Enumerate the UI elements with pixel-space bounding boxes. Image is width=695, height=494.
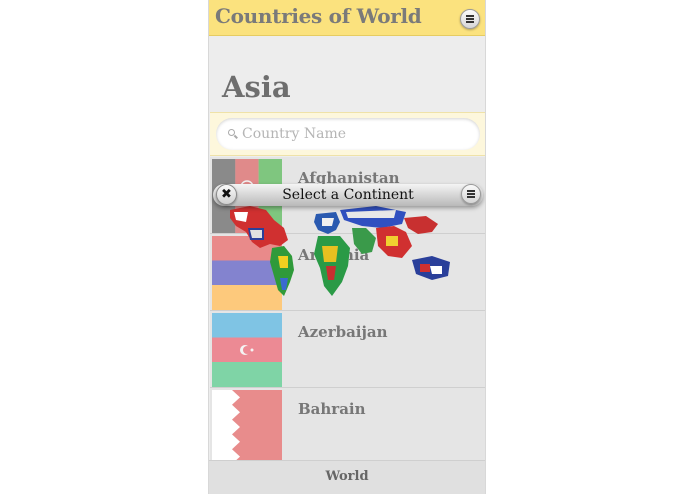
- popup-menu-button[interactable]: [461, 184, 481, 204]
- menu-icon: [467, 193, 475, 195]
- country-row-bahrain[interactable]: Bahrain: [210, 388, 485, 465]
- search-field[interactable]: [216, 118, 480, 150]
- bahrain-flag: [212, 390, 282, 464]
- tab-world[interactable]: World: [325, 469, 368, 484]
- country-name: Azerbaijan: [298, 323, 388, 341]
- close-button[interactable]: ✖: [216, 184, 237, 205]
- world-flag-map[interactable]: [226, 206, 468, 306]
- continent-selector-bar[interactable]: Select a Continent: [213, 184, 483, 206]
- azerbaijan-flag: [212, 313, 282, 387]
- country-row-azerbaijan[interactable]: Azerbaijan: [210, 311, 485, 388]
- country-name: Bahrain: [298, 400, 366, 418]
- continent-title: Asia: [222, 70, 291, 104]
- search-bar: [210, 112, 485, 156]
- search-input[interactable]: [242, 124, 472, 144]
- search-icon: [228, 129, 235, 136]
- menu-icon: [466, 18, 474, 20]
- header-menu-button[interactable]: [460, 9, 480, 29]
- app-title: Countries of World: [215, 4, 422, 28]
- close-icon: ✖: [221, 187, 232, 202]
- app-screen: Countries of World Asia Afghanistan: [208, 0, 486, 494]
- footer-bar: World: [209, 460, 485, 494]
- header-bar: Countries of World: [209, 0, 485, 36]
- continent-selector-title: Select a Continent: [282, 187, 414, 203]
